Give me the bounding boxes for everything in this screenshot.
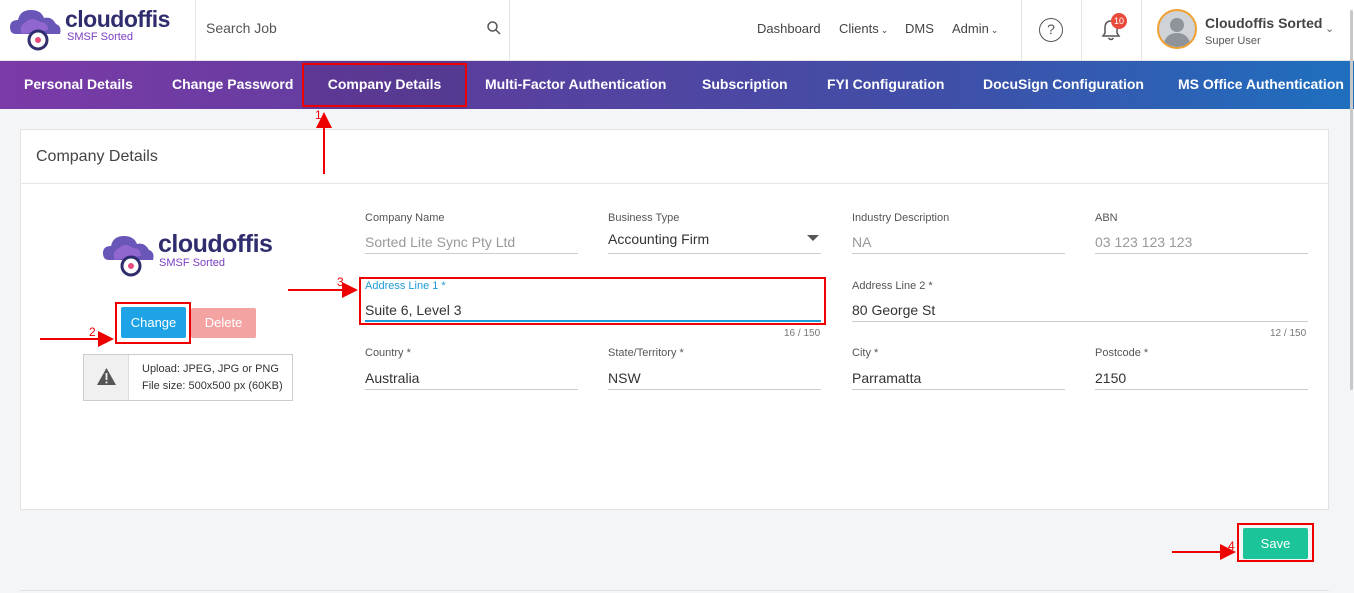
help-icon[interactable]: ? — [1039, 18, 1063, 42]
tab-personal-details[interactable]: Personal Details — [24, 61, 133, 109]
company-logo-wordmark: cloudoffis — [158, 230, 273, 258]
chevron-down-icon[interactable]: ⌄ — [1325, 22, 1334, 35]
divider — [509, 0, 510, 61]
industry-description-label: Industry Description — [852, 212, 950, 224]
panel-header: Company Details — [21, 130, 1328, 184]
country-underline — [365, 389, 578, 390]
nav-dashboard[interactable]: Dashboard — [757, 21, 821, 36]
business-type-underline — [608, 253, 821, 254]
nav-clients[interactable]: Clients ⌄ — [839, 21, 888, 36]
state-field[interactable]: NSW — [608, 370, 641, 386]
divider — [195, 0, 196, 61]
country-field[interactable]: Australia — [365, 370, 419, 386]
business-type-select[interactable]: Accounting Firm — [608, 231, 709, 247]
upload-warning-box — [84, 355, 129, 400]
annotation-number-1: 1 — [315, 108, 322, 122]
tab-fyi-configuration[interactable]: FYI Configuration — [827, 61, 944, 109]
company-name-underline — [365, 253, 578, 254]
nav-clients-label: Clients — [839, 21, 879, 36]
abn-label: ABN — [1095, 212, 1118, 224]
app-logo[interactable]: cloudoffis SMSF Sorted — [8, 4, 188, 56]
upload-size-text: File size: 500x500 px (60KB) — [142, 380, 283, 392]
user-avatar-icon — [1163, 18, 1191, 47]
tab-change-password[interactable]: Change Password — [172, 61, 293, 109]
annotation-number-3: 3 — [337, 275, 344, 289]
city-underline — [852, 389, 1065, 390]
city-field[interactable]: Parramatta — [852, 370, 921, 386]
warning-icon — [97, 368, 116, 385]
annotation-number-4: 4 — [1228, 539, 1235, 553]
top-bar: cloudoffis SMSF Sorted Search Job Dashbo… — [0, 0, 1354, 61]
tab-docusign-configuration[interactable]: DocuSign Configuration — [983, 61, 1144, 109]
city-label: City * — [852, 347, 879, 359]
delete-logo-button[interactable]: Delete — [191, 308, 256, 338]
postcode-underline — [1095, 389, 1308, 390]
divider — [1081, 0, 1082, 61]
industry-description-field[interactable]: NA — [852, 234, 871, 250]
logo-subtitle: SMSF Sorted — [67, 31, 134, 43]
tab-ms-office-authentication[interactable]: MS Office Authentication — [1178, 61, 1344, 109]
address-line2-label: Address Line 2 * — [852, 280, 933, 292]
state-underline — [608, 389, 821, 390]
annotation-number-2: 2 — [89, 325, 96, 339]
business-type-label: Business Type — [608, 212, 680, 224]
abn-underline — [1095, 253, 1308, 254]
address-line2-field[interactable]: 80 George St — [852, 302, 935, 318]
company-logo-subtitle: SMSF Sorted — [159, 257, 226, 269]
search-icon[interactable] — [486, 20, 502, 36]
state-label: State/Territory * — [608, 347, 684, 359]
abn-field[interactable]: 03 123 123 123 — [1095, 234, 1192, 250]
chevron-down-icon: ⌄ — [990, 25, 999, 35]
annotation-box-save — [1237, 523, 1314, 562]
notification-badge: 10 — [1111, 13, 1127, 29]
address-line1-counter: 16 / 150 — [784, 328, 821, 339]
tab-multi-factor-authentication[interactable]: Multi-Factor Authentication — [485, 61, 666, 109]
divider — [1141, 0, 1142, 61]
cloud-logo-icon — [103, 236, 154, 277]
postcode-field[interactable]: 2150 — [1095, 370, 1126, 386]
annotation-box-address — [359, 277, 826, 325]
upload-requirements: Upload: JPEG, JPG or PNG File size: 500x… — [83, 354, 293, 401]
annotation-box-change — [115, 302, 191, 344]
address-line2-counter: 12 / 150 — [1270, 328, 1307, 339]
postcode-label: Postcode * — [1095, 347, 1149, 359]
company-logo: cloudoffis SMSF Sorted — [100, 230, 280, 280]
logo-wordmark: cloudoffis — [65, 6, 170, 32]
nav-dms[interactable]: DMS — [905, 21, 934, 36]
company-name-field[interactable]: Sorted Lite Sync Pty Ltd — [365, 234, 515, 250]
user-role: Super User — [1205, 35, 1261, 47]
settings-tab-bar: Personal Details Change Password Company… — [0, 61, 1354, 109]
country-label: Country * — [365, 347, 411, 359]
search-input[interactable]: Search Job — [206, 20, 277, 36]
dropdown-arrow-icon[interactable] — [807, 235, 819, 243]
chevron-down-icon: ⌄ — [880, 25, 889, 35]
scrollbar[interactable] — [1350, 10, 1353, 390]
tab-subscription[interactable]: Subscription — [702, 61, 788, 109]
nav-admin-label: Admin — [952, 21, 989, 36]
company-name-label: Company Name — [365, 212, 445, 224]
cloud-logo-icon — [10, 10, 61, 51]
page-title: Company Details — [36, 148, 158, 165]
industry-description-underline — [852, 253, 1065, 254]
nav-admin[interactable]: Admin ⌄ — [952, 21, 998, 36]
avatar[interactable] — [1157, 9, 1197, 49]
upload-format-text: Upload: JPEG, JPG or PNG — [142, 363, 279, 375]
next-panel-edge — [20, 590, 1329, 591]
address-line2-underline — [852, 321, 1308, 322]
divider — [1021, 0, 1022, 61]
user-name[interactable]: Cloudoffis Sorted — [1205, 15, 1322, 31]
annotation-box-tab — [302, 63, 467, 107]
